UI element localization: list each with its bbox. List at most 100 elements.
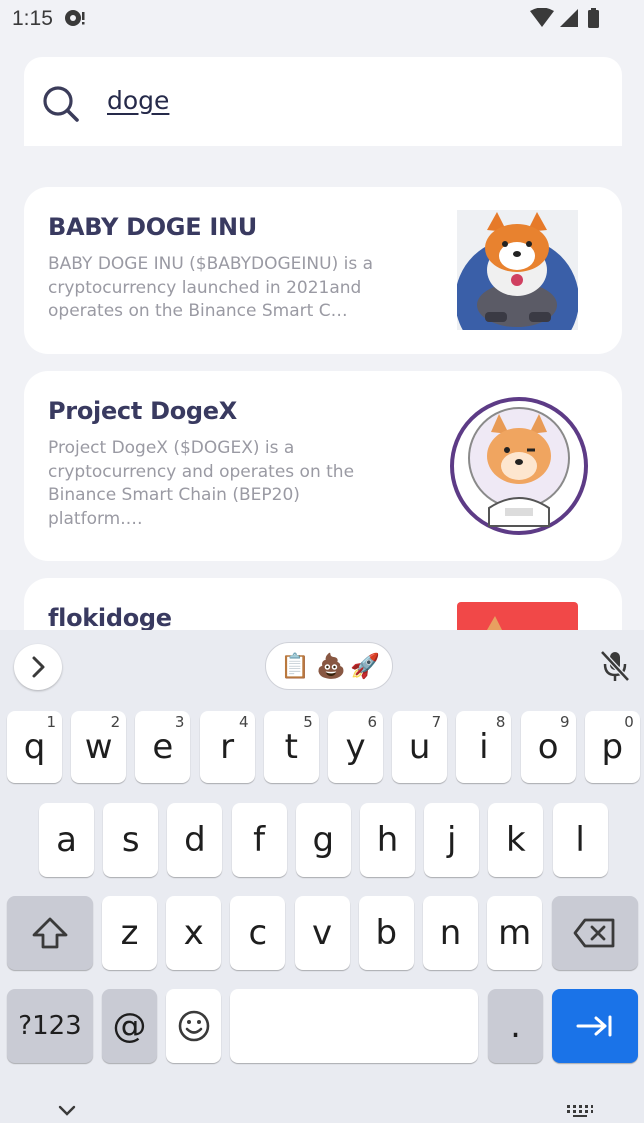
key-s-label: s	[121, 820, 140, 860]
key-w[interactable]: w2	[71, 711, 127, 783]
key-y-hint: 6	[367, 713, 377, 731]
at-key[interactable]: @	[102, 989, 157, 1063]
key-p-hint: 0	[624, 713, 634, 731]
key-k-label: k	[506, 820, 526, 860]
project-dogex-logo	[450, 397, 588, 535]
result-title: Project DogeX	[48, 397, 237, 425]
key-m[interactable]: m	[487, 896, 543, 970]
key-e-hint: 3	[174, 713, 185, 731]
key-h[interactable]: h	[360, 803, 415, 877]
key-u[interactable]: u7	[392, 711, 448, 783]
key-n[interactable]: n	[423, 896, 478, 970]
key-l-label: l	[575, 820, 585, 860]
key-i-label: i	[479, 727, 489, 767]
key-f-label: f	[253, 820, 266, 860]
key-d-label: d	[184, 820, 206, 860]
enter-key[interactable]	[552, 989, 638, 1063]
key-j-label: j	[446, 820, 457, 860]
key-r-hint: 4	[239, 713, 249, 731]
emoji-icon	[178, 1010, 209, 1042]
cellular-icon	[560, 9, 578, 27]
key-i[interactable]: i8	[456, 711, 512, 783]
key-k[interactable]: k	[488, 803, 544, 877]
key-t-label: t	[284, 727, 298, 767]
key-q[interactable]: q1	[7, 711, 62, 783]
result-title: BABY DOGE INU	[48, 213, 257, 241]
status-time: 1:15	[12, 7, 53, 30]
key-t-hint: 5	[303, 713, 313, 731]
search-input[interactable]: doge	[107, 86, 587, 122]
key-e[interactable]: e3	[135, 711, 191, 783]
key-o-label: o	[537, 727, 559, 767]
clipboard-icon[interactable]: 📋	[280, 652, 310, 681]
key-h-label: h	[376, 820, 399, 860]
key-q-label: q	[23, 727, 46, 767]
key-x-label: x	[183, 913, 204, 953]
key-b-label: b	[375, 913, 398, 953]
search-icon	[43, 86, 79, 122]
result-description: Project DogeX ($DOGEX) is a cryptocurren…	[48, 438, 355, 529]
result-card[interactable]: Project DogeX Project DogeX ($DOGEX) is …	[24, 371, 622, 561]
shift-key[interactable]	[7, 896, 93, 970]
key-p[interactable]: p0	[584, 711, 640, 783]
period-key[interactable]: .	[488, 989, 543, 1063]
status-icons	[530, 8, 599, 28]
key-z[interactable]: z	[102, 896, 157, 970]
key-y[interactable]: y6	[328, 711, 383, 783]
key-t[interactable]: t5	[263, 711, 319, 783]
tab-arrow-icon	[576, 1015, 612, 1037]
backspace-icon	[573, 918, 615, 948]
shift-icon	[32, 917, 68, 949]
notification-icon	[65, 10, 85, 26]
chevron-right-icon	[32, 656, 45, 678]
keyboard-switch-icon[interactable]	[566, 1104, 594, 1118]
key-g[interactable]: g	[295, 803, 351, 877]
key-r-label: r	[220, 727, 235, 767]
key-b[interactable]: b	[358, 896, 414, 970]
key-n-label: n	[439, 913, 462, 953]
mic-off-icon[interactable]	[600, 650, 630, 682]
key-o-hint: 9	[560, 713, 570, 731]
result-card[interactable]: BABY DOGE INU BABY DOGE INU ($BABYDOGEIN…	[24, 187, 622, 354]
key-f[interactable]: f	[231, 803, 287, 877]
status-bar: 1:15	[0, 0, 644, 38]
key-a[interactable]: a	[39, 803, 94, 877]
key-q-hint: 1	[46, 713, 56, 731]
key-i-hint: 8	[495, 713, 506, 731]
key-e-label: e	[152, 727, 174, 767]
key-w-hint: 2	[110, 713, 121, 731]
key-c[interactable]: c	[230, 896, 286, 970]
key-z-label: z	[120, 913, 139, 953]
key-l[interactable]: l	[552, 803, 608, 877]
key-a-label: a	[56, 820, 77, 860]
key-u-hint: 7	[431, 713, 442, 731]
key-o[interactable]: o9	[520, 711, 576, 783]
wifi-icon	[530, 8, 554, 27]
rocket-emoji[interactable]: 🚀	[350, 652, 380, 681]
key-x[interactable]: x	[166, 896, 222, 970]
emoji-key[interactable]	[166, 989, 221, 1063]
space-key[interactable]	[230, 989, 478, 1063]
emoji-suggestion-chip[interactable]: 📋 💩 🚀	[265, 642, 393, 690]
symbols-key[interactable]: ?123	[7, 989, 93, 1063]
key-y-label: y	[345, 727, 366, 767]
battery-icon	[588, 10, 599, 28]
keyboard-expand-button[interactable]	[14, 644, 62, 690]
key-m-label: m	[498, 913, 532, 953]
baby-doge-inu-logo	[457, 210, 578, 330]
result-description: BABY DOGE INU ($BABYDOGEINU) is a crypto…	[48, 254, 374, 321]
key-w-label: w	[84, 727, 113, 767]
hide-keyboard-icon[interactable]	[57, 1104, 77, 1118]
key-v-label: v	[312, 913, 333, 953]
key-g-label: g	[312, 820, 335, 860]
key-v[interactable]: v	[294, 896, 350, 970]
key-s[interactable]: s	[103, 803, 159, 877]
result-title: flokidoge	[48, 604, 172, 632]
key-r[interactable]: r4	[199, 711, 255, 783]
key-d[interactable]: d	[167, 803, 223, 877]
key-u-label: u	[408, 727, 431, 767]
key-j[interactable]: j	[424, 803, 480, 877]
backspace-key[interactable]	[552, 896, 638, 970]
key-p-label: p	[601, 727, 624, 767]
poop-emoji[interactable]: 💩	[316, 652, 346, 681]
